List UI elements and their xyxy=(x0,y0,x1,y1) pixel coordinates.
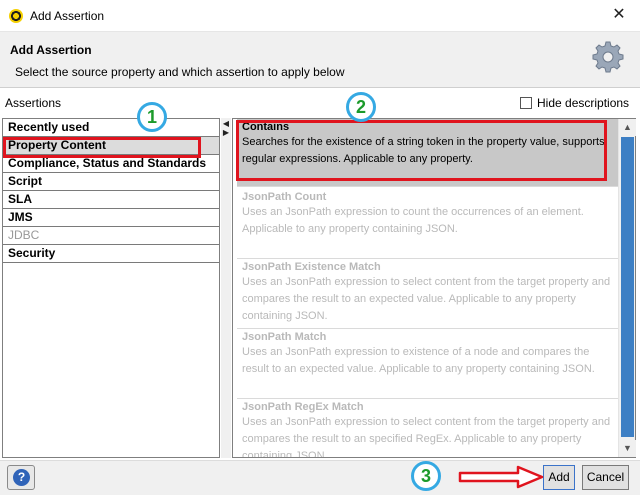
category-script[interactable]: Script xyxy=(3,173,219,191)
soapui-app-icon xyxy=(9,9,23,23)
hide-descriptions-checkbox[interactable] xyxy=(520,97,532,109)
header-title: Add Assertion xyxy=(10,43,92,57)
header-description: Select the source property and which ass… xyxy=(15,65,345,79)
collapse-right-icon[interactable]: ▶ xyxy=(221,129,231,137)
highlight-property-content xyxy=(3,137,201,158)
step-1-badge: 1 xyxy=(137,102,167,132)
dialog-footer: ? Add Cancel xyxy=(0,460,640,495)
hide-descriptions-toggle[interactable]: Hide descriptions xyxy=(520,96,629,110)
gear-icon xyxy=(592,41,624,73)
pane-splitter[interactable] xyxy=(221,118,231,458)
scroll-thumb[interactable] xyxy=(621,137,634,437)
dialog-header: Add Assertion Select the source property… xyxy=(0,32,640,88)
collapse-left-icon[interactable]: ◀ xyxy=(221,120,231,128)
assertion-jsonpath-existence-match: JsonPath Existence Match Uses an JsonPat… xyxy=(237,259,619,329)
add-button[interactable]: Add xyxy=(543,465,575,490)
assertion-description: Uses an JsonPath expression to count the… xyxy=(242,206,584,235)
help-button[interactable]: ? xyxy=(7,465,35,490)
hide-descriptions-label: Hide descriptions xyxy=(537,96,630,110)
assertion-jsonpath-count: JsonPath Count Uses an JsonPath expressi… xyxy=(237,189,619,259)
assertion-jsonpath-match: JsonPath Match Uses an JsonPath expressi… xyxy=(237,329,619,399)
category-jdbc: JDBC xyxy=(3,227,219,245)
scroll-down-icon[interactable]: ▼ xyxy=(619,440,636,457)
assertion-name: JsonPath RegEx Match xyxy=(242,401,364,413)
assertions-label: Assertions xyxy=(5,96,62,110)
assertion-jsonpath-regex-match: JsonPath RegEx Match Uses an JsonPath ex… xyxy=(237,399,619,458)
category-recently-used[interactable]: Recently used xyxy=(3,119,219,137)
assertion-name: JsonPath Count xyxy=(242,191,327,203)
step-2-badge: 2 xyxy=(346,92,376,122)
assertion-list-scrollbar[interactable]: ▲ ▼ xyxy=(618,119,636,457)
assertion-description: Uses an JsonPath expression to existence… xyxy=(242,346,595,375)
scroll-up-icon[interactable]: ▲ xyxy=(619,119,636,136)
category-jms[interactable]: JMS xyxy=(3,209,219,227)
category-list: Recently used Property Content Complianc… xyxy=(2,118,220,458)
category-sla[interactable]: SLA xyxy=(3,191,219,209)
help-icon: ? xyxy=(13,469,30,486)
cancel-button[interactable]: Cancel xyxy=(582,465,629,490)
highlight-contains-assertion xyxy=(236,120,607,181)
close-icon[interactable]: ✕ xyxy=(606,4,632,26)
title-bar: Add Assertion ✕ xyxy=(0,0,640,32)
assertion-description: Uses an JsonPath expression to select co… xyxy=(242,276,611,322)
assertion-name: JsonPath Existence Match xyxy=(242,261,381,273)
arrow-to-add-icon xyxy=(458,465,544,489)
assertion-name: JsonPath Match xyxy=(242,331,327,343)
assertion-description: Uses an JsonPath expression to select co… xyxy=(242,416,611,458)
category-security[interactable]: Security xyxy=(3,245,219,263)
step-3-badge: 3 xyxy=(411,461,441,491)
window-title: Add Assertion xyxy=(30,9,105,23)
